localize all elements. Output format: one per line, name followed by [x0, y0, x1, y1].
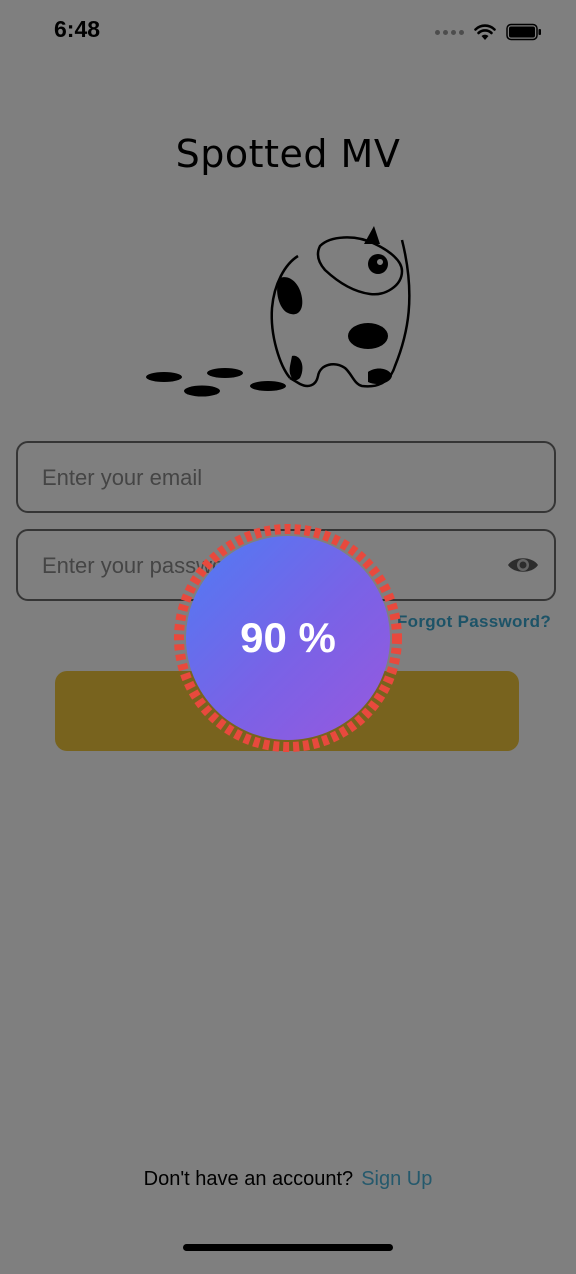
progress-percent-label: 90 %	[240, 614, 336, 661]
progress-indicator: 90 %	[170, 520, 406, 756]
